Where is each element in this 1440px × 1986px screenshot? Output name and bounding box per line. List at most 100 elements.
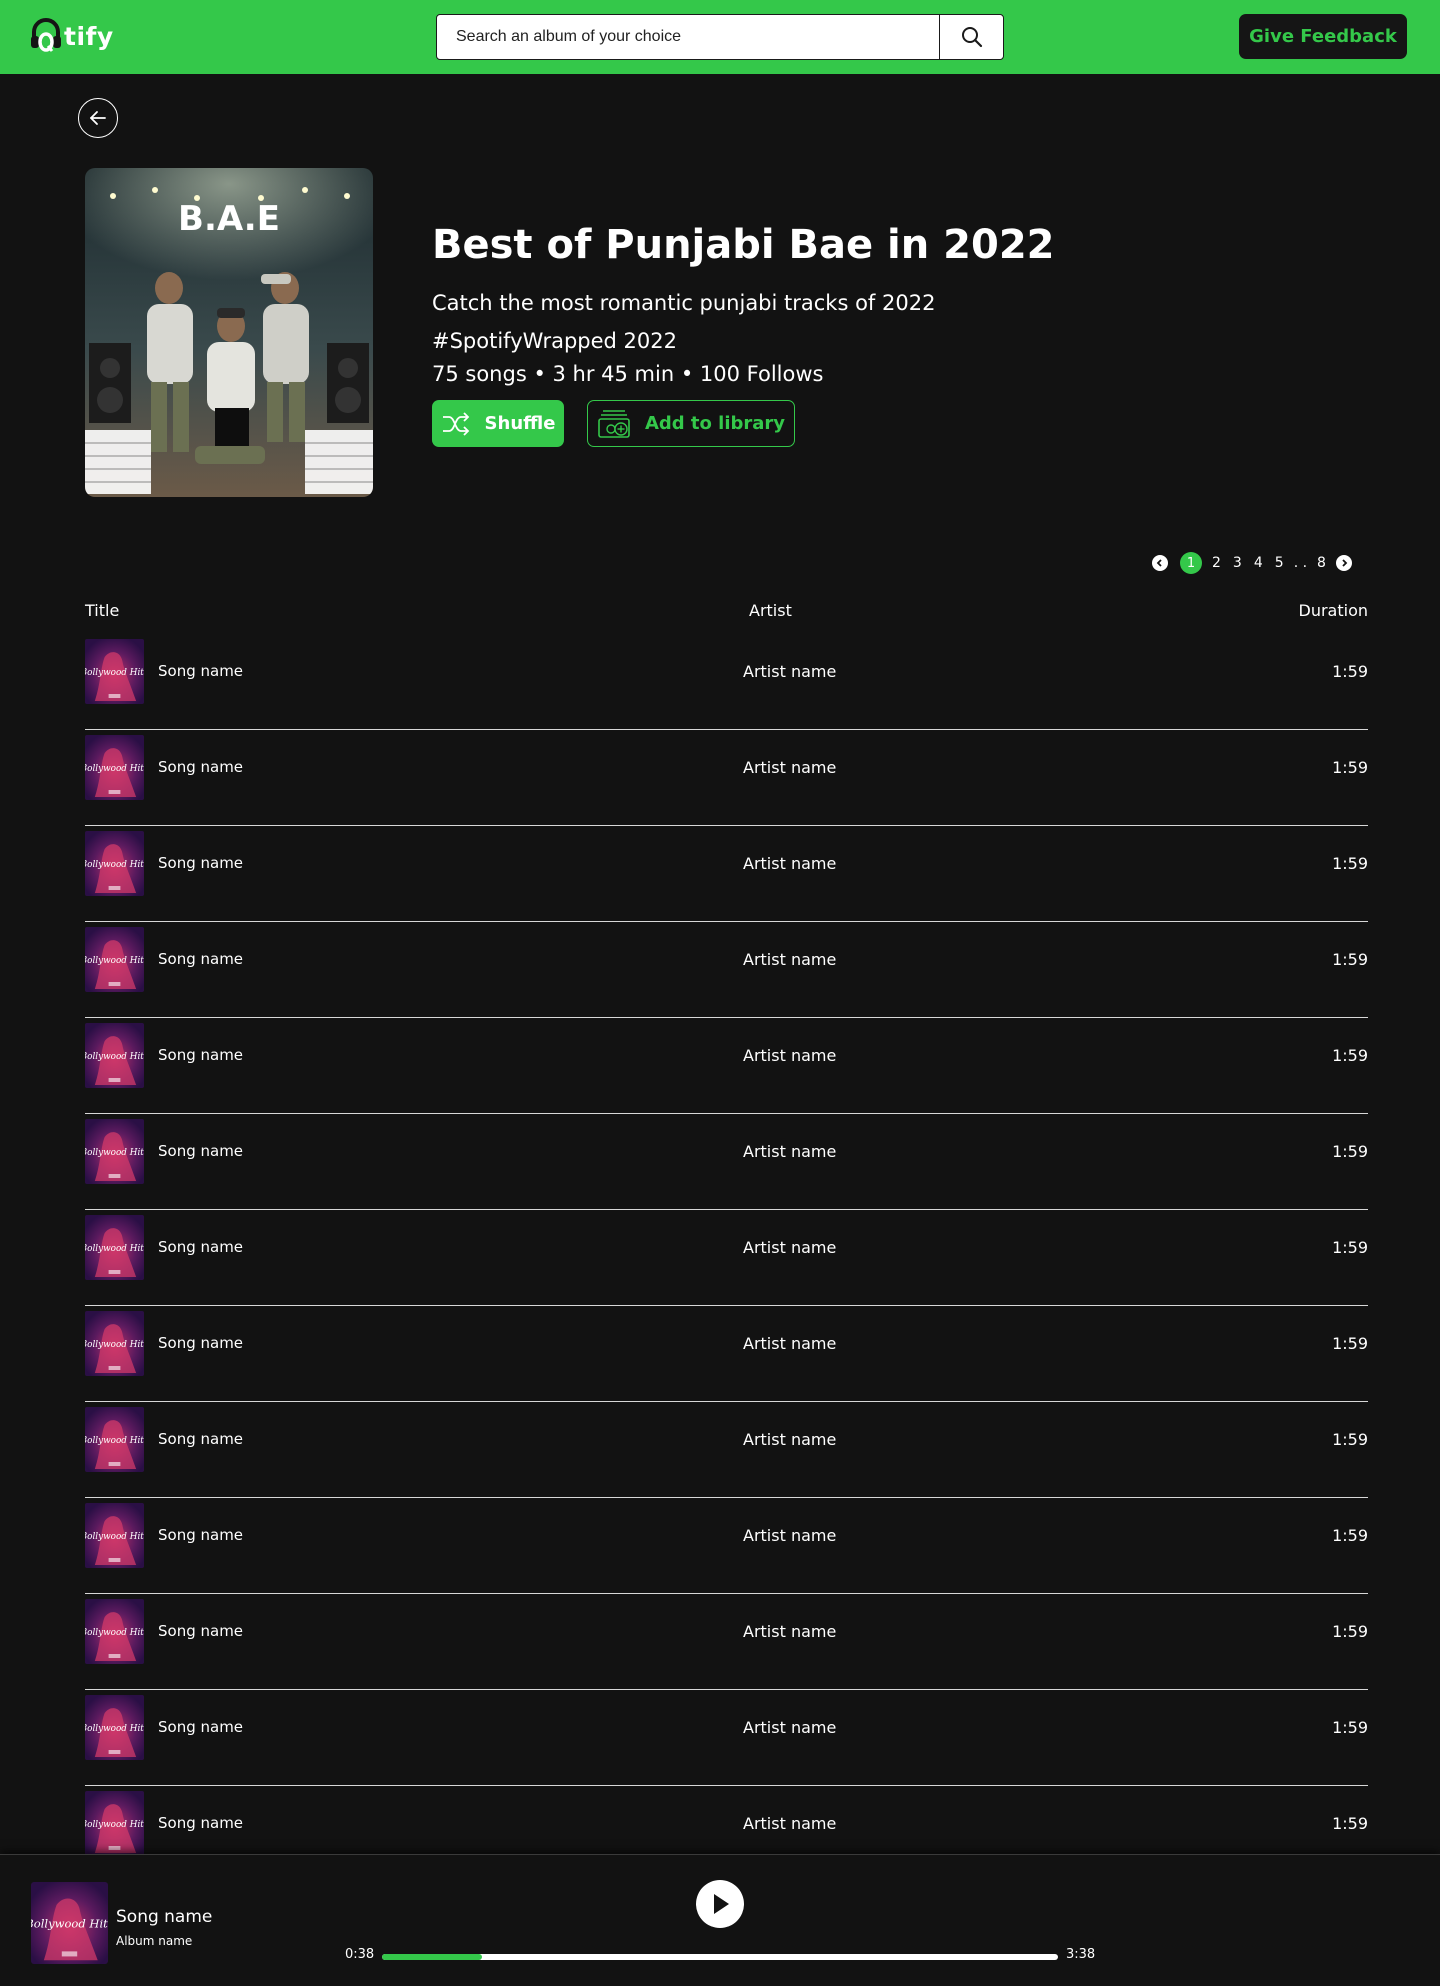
track-row[interactable]: Bollywood Hits Song name Artist name 1:59 (85, 1402, 1368, 1498)
track-cover: Bollywood Hits (85, 1215, 144, 1280)
track-cover: Bollywood Hits (85, 735, 144, 800)
thumb-label: Bollywood Hits (85, 956, 144, 966)
page-2-button[interactable]: 2 (1212, 555, 1221, 571)
play-button[interactable] (696, 1880, 744, 1928)
album-description: Catch the most romantic punjabi tracks o… (432, 291, 936, 353)
track-song-name[interactable]: Song name (158, 1334, 243, 1352)
page-8-button[interactable]: 8 (1317, 555, 1326, 571)
track-song-name[interactable]: Song name (158, 1238, 243, 1256)
headphones-icon (31, 18, 61, 52)
track-artist-name[interactable]: Artist name (743, 1334, 836, 1353)
track-list: Bollywood HitsSong nameArtist name1:59Bo… (85, 634, 1368, 1882)
track-cover: Bollywood Hits (85, 1311, 144, 1376)
track-row[interactable]: Bollywood Hits Song name Artist name 1:59 (85, 826, 1368, 922)
track-row[interactable]: Bollywood Hits Song name Artist name 1:59 (85, 634, 1368, 730)
back-button[interactable] (78, 98, 118, 138)
thumb-label: Bollywood Hits (85, 1340, 144, 1350)
chevron-right-icon (1342, 559, 1348, 567)
track-artist-name[interactable]: Artist name (743, 854, 836, 873)
track-duration: 1:59 (1332, 662, 1368, 681)
track-song-name[interactable]: Song name (158, 1526, 243, 1544)
page-ellipsis: . . (1293, 555, 1308, 571)
prev-page-button[interactable] (1152, 555, 1168, 571)
track-cover: Bollywood Hits (85, 1599, 144, 1664)
player-bar: Bollywood Hits Song name Album name 0:38… (0, 1854, 1440, 1986)
column-header-title: Title (85, 601, 120, 620)
now-playing-song[interactable]: Song name (116, 1907, 212, 1927)
shuffle-button[interactable]: Shuffle (432, 400, 564, 447)
track-row[interactable]: Bollywood Hits Song name Artist name 1:59 (85, 1594, 1368, 1690)
thumb-label: Bollywood Hits (85, 1436, 144, 1446)
track-cover: Bollywood Hits (85, 1407, 144, 1472)
track-cover: Bollywood Hits (85, 927, 144, 992)
top-bar: tify Give Feedback (0, 0, 1440, 74)
track-song-name[interactable]: Song name (158, 950, 243, 968)
track-row[interactable]: Bollywood Hits Song name Artist name 1:59 (85, 1498, 1368, 1594)
add-to-library-button[interactable]: Add to library (587, 400, 795, 447)
shuffle-icon (442, 411, 469, 436)
track-artist-name[interactable]: Artist name (743, 1718, 836, 1737)
track-artist-name[interactable]: Artist name (743, 1622, 836, 1641)
search-icon (961, 27, 982, 48)
progress-bar[interactable] (382, 1954, 1058, 1960)
track-artist-name[interactable]: Artist name (743, 1430, 836, 1449)
track-duration: 1:59 (1332, 854, 1368, 873)
track-song-name[interactable]: Song name (158, 854, 243, 872)
track-row[interactable]: Bollywood Hits Song name Artist name 1:59 (85, 730, 1368, 826)
thumb-label: Bollywood Hits (85, 1532, 144, 1542)
track-duration: 1:59 (1332, 1814, 1368, 1833)
track-row[interactable]: Bollywood Hits Song name Artist name 1:59 (85, 1114, 1368, 1210)
track-duration: 1:59 (1332, 1430, 1368, 1449)
page-5-button[interactable]: 5 (1275, 555, 1284, 571)
track-song-name[interactable]: Song name (158, 1814, 243, 1832)
track-song-name[interactable]: Song name (158, 758, 243, 776)
give-feedback-button[interactable]: Give Feedback (1239, 14, 1407, 59)
search-button[interactable] (939, 15, 1003, 59)
track-cover: Bollywood Hits (85, 831, 144, 896)
track-duration: 1:59 (1332, 758, 1368, 777)
track-artist-name[interactable]: Artist name (743, 1046, 836, 1065)
album-title: Best of Punjabi Bae in 2022 (432, 222, 1055, 268)
track-song-name[interactable]: Song name (158, 1430, 243, 1448)
track-artist-name[interactable]: Artist name (743, 1814, 836, 1833)
track-artist-name[interactable]: Artist name (743, 1142, 836, 1161)
play-icon (714, 1894, 729, 1914)
track-artist-name[interactable]: Artist name (743, 662, 836, 681)
next-page-button[interactable] (1335, 555, 1352, 571)
track-cover: Bollywood Hits (85, 1503, 144, 1568)
page-1-button[interactable]: 1 (1180, 552, 1202, 574)
track-row[interactable]: Bollywood Hits Song name Artist name 1:59 (85, 1306, 1368, 1402)
thumb-label: Bollywood Hits (85, 1724, 144, 1734)
track-row[interactable]: Bollywood Hits Song name Artist name 1:59 (85, 1690, 1368, 1786)
arrow-left-icon (90, 111, 106, 125)
track-song-name[interactable]: Song name (158, 1718, 243, 1736)
app-logo[interactable]: tify (30, 18, 113, 58)
current-time: 0:38 (345, 1947, 375, 1962)
column-header-duration: Duration (1298, 601, 1369, 620)
track-cover: Bollywood Hits (85, 1023, 144, 1088)
now-playing-album[interactable]: Album name (116, 1934, 192, 1948)
track-row[interactable]: Bollywood Hits Song name Artist name 1:59 (85, 922, 1368, 1018)
thumb-label: Bollywood Hits (85, 1148, 144, 1158)
track-row[interactable]: Bollywood Hits Song name Artist name 1:59 (85, 1018, 1368, 1114)
page-4-button[interactable]: 4 (1254, 555, 1263, 571)
track-song-name[interactable]: Song name (158, 1622, 243, 1640)
now-playing-cover[interactable]: Bollywood Hits (31, 1882, 108, 1964)
track-artist-name[interactable]: Artist name (743, 1526, 836, 1545)
search-input[interactable] (437, 15, 939, 59)
track-cover: Bollywood Hits (85, 1119, 144, 1184)
total-time: 3:38 (1066, 1947, 1096, 1962)
track-artist-name[interactable]: Artist name (743, 950, 836, 969)
pagination: 1 2 3 4 5 . . 8 (1152, 552, 1352, 574)
album-cover: B.A.E (85, 168, 373, 497)
track-song-name[interactable]: Song name (158, 662, 243, 680)
track-song-name[interactable]: Song name (158, 1142, 243, 1160)
track-artist-name[interactable]: Artist name (743, 758, 836, 777)
track-row[interactable]: Bollywood Hits Song name Artist name 1:59 (85, 1210, 1368, 1306)
shuffle-label: Shuffle (484, 413, 556, 434)
page-3-button[interactable]: 3 (1233, 555, 1242, 571)
chevron-left-icon (1156, 559, 1162, 567)
track-duration: 1:59 (1332, 1718, 1368, 1737)
track-artist-name[interactable]: Artist name (743, 1238, 836, 1257)
track-song-name[interactable]: Song name (158, 1046, 243, 1064)
